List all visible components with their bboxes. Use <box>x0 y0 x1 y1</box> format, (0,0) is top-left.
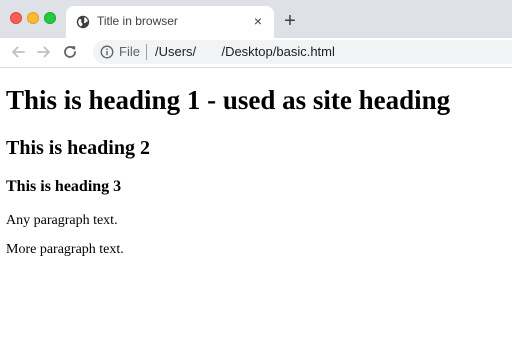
back-arrow-icon[interactable] <box>9 43 27 61</box>
url-text[interactable]: /Users/ /Desktop/basic.html <box>155 44 335 59</box>
window-minimize-button[interactable] <box>27 12 39 24</box>
paragraph-1: Any paragraph text. <box>6 213 118 228</box>
new-tab-button[interactable]: + <box>281 11 299 31</box>
window-close-button[interactable] <box>10 12 22 24</box>
globe-icon <box>76 15 90 29</box>
browser-titlebar: Title in browser × + <box>0 0 512 38</box>
page-heading-3: This is heading 3 <box>6 178 122 195</box>
info-icon[interactable] <box>100 45 114 59</box>
tab-title: Title in browser <box>97 14 178 28</box>
forward-arrow-icon[interactable] <box>35 43 53 61</box>
reload-icon[interactable] <box>61 43 79 61</box>
address-bar[interactable]: File /Users/ /Desktop/basic.html <box>93 40 512 64</box>
browser-tab[interactable]: Title in browser × <box>66 6 274 38</box>
tab-close-button[interactable]: × <box>250 13 266 29</box>
page-heading-1: This is heading 1 - used as site heading <box>6 85 451 115</box>
page-heading-2: This is heading 2 <box>6 137 150 159</box>
omnibox-divider <box>146 44 147 60</box>
browser-toolbar: File /Users/ /Desktop/basic.html <box>0 38 512 68</box>
window-maximize-button[interactable] <box>44 12 56 24</box>
url-scheme-label: File <box>119 44 140 59</box>
page-content: This is heading 1 - used as site heading… <box>0 68 512 354</box>
paragraph-2: More paragraph text. <box>6 242 124 257</box>
